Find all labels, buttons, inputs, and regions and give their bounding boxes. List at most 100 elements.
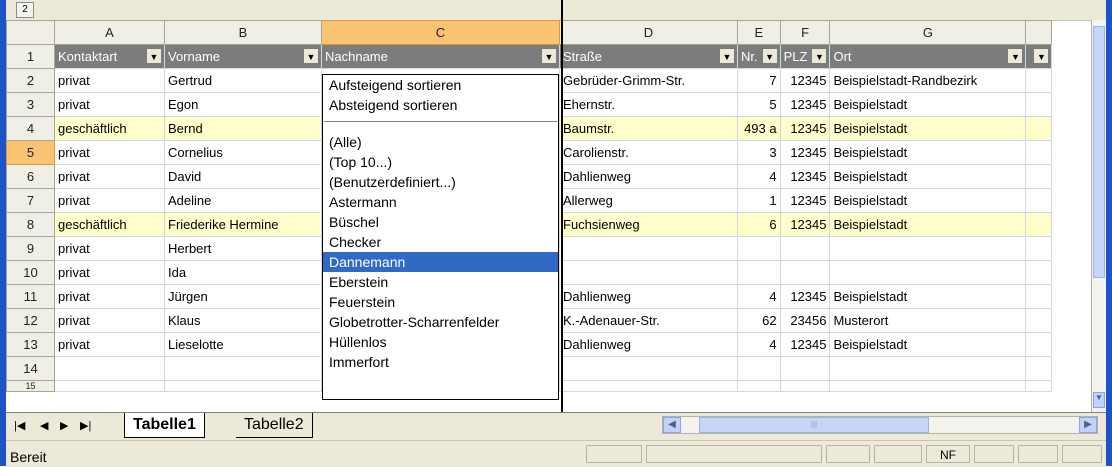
header-cell-ort[interactable]: Ort ▼: [829, 44, 1027, 69]
row-header[interactable]: 12: [6, 308, 55, 333]
next-sheet-icon[interactable]: ▶: [60, 419, 68, 432]
cell-a[interactable]: privat: [54, 236, 165, 261]
row-header[interactable]: 7: [6, 188, 55, 213]
cell-d[interactable]: [559, 356, 738, 381]
cell-a[interactable]: privat: [54, 188, 165, 213]
cell-e[interactable]: [737, 356, 781, 381]
column-header-g[interactable]: G: [829, 20, 1027, 45]
horizontal-scrollbar[interactable]: ◀ ||| ▶: [662, 416, 1098, 434]
cell-e[interactable]: 493 a: [737, 116, 781, 141]
cell-g[interactable]: [829, 236, 1027, 261]
cell-d[interactable]: [559, 260, 738, 285]
cell-e[interactable]: 7: [737, 68, 781, 93]
cell-b[interactable]: Bernd: [164, 116, 322, 141]
dropdown-filter-item[interactable]: Büschel: [323, 212, 558, 232]
cell-b[interactable]: Cornelius: [164, 140, 322, 165]
cell-d[interactable]: Dahlienweg: [559, 164, 738, 189]
cell-d[interactable]: Allerweg: [559, 188, 738, 213]
row-header[interactable]: 15: [6, 380, 55, 392]
cell-a[interactable]: geschäftlich: [54, 116, 165, 141]
tab-tabelle1[interactable]: Tabelle1: [124, 413, 205, 438]
cell-a[interactable]: privat: [54, 68, 165, 93]
cell-h[interactable]: [1025, 260, 1053, 285]
cell-f[interactable]: 12345: [779, 188, 831, 213]
last-sheet-icon[interactable]: ▶|: [80, 419, 91, 432]
row-header[interactable]: 1: [6, 44, 55, 69]
autofilter-arrow-icon[interactable]: ▼: [1033, 48, 1050, 64]
cell-f[interactable]: [779, 236, 831, 261]
outline-level-button[interactable]: 2: [16, 2, 34, 18]
cell-d[interactable]: [559, 236, 738, 261]
cell-b[interactable]: Jürgen: [164, 284, 322, 309]
cell-f[interactable]: 12345: [779, 164, 831, 189]
header-cell-next[interactable]: ▼: [1025, 44, 1053, 69]
cell-e[interactable]: 4: [737, 332, 781, 357]
cell[interactable]: [54, 380, 165, 392]
cell-f[interactable]: 12345: [779, 284, 831, 309]
cell-h[interactable]: [1025, 68, 1053, 93]
cell-f[interactable]: 12345: [779, 68, 831, 93]
column-header-b[interactable]: B: [164, 20, 322, 45]
row-header[interactable]: 10: [6, 260, 55, 285]
cell[interactable]: [779, 380, 831, 392]
dropdown-filter-item[interactable]: (Benutzerdefiniert...): [323, 172, 558, 192]
vertical-scrollbar[interactable]: ▼: [1091, 20, 1106, 412]
cell-b[interactable]: David: [164, 164, 322, 189]
autofilter-arrow-icon[interactable]: ▼: [1007, 48, 1024, 64]
cell-e[interactable]: 5: [737, 92, 781, 117]
autofilter-arrow-icon[interactable]: ▼: [761, 48, 778, 64]
vertical-scroll-thumb[interactable]: [1093, 26, 1105, 278]
cell-h[interactable]: [1025, 92, 1053, 117]
cell-a[interactable]: privat: [54, 140, 165, 165]
cell-a[interactable]: geschäftlich: [54, 212, 165, 237]
cell-f[interactable]: 12345: [779, 92, 831, 117]
select-all-corner[interactable]: [6, 20, 55, 45]
cell[interactable]: [829, 380, 1027, 392]
cell-g[interactable]: Beispielstadt: [829, 116, 1027, 141]
cell-e[interactable]: 4: [737, 284, 781, 309]
cell-e[interactable]: 6: [737, 212, 781, 237]
cell-e[interactable]: [737, 260, 781, 285]
dropdown-filter-item[interactable]: Feuerstein: [323, 292, 558, 312]
cell[interactable]: [737, 380, 781, 392]
cell-e[interactable]: [737, 236, 781, 261]
dropdown-filter-item[interactable]: (Alle): [323, 132, 558, 152]
cell-h[interactable]: [1025, 236, 1053, 261]
cell[interactable]: [164, 380, 322, 392]
cell-b[interactable]: Friederike Hermine: [164, 212, 322, 237]
cell-d[interactable]: K.-Adenauer-Str.: [559, 308, 738, 333]
column-header-d[interactable]: D: [559, 20, 738, 45]
cell-b[interactable]: Lieselotte: [164, 332, 322, 357]
row-header[interactable]: 4: [6, 116, 55, 141]
dropdown-sort-item[interactable]: Absteigend sortieren: [323, 95, 558, 115]
cell-d[interactable]: Gebrüder-Grimm-Str.: [559, 68, 738, 93]
scroll-down-arrow-icon[interactable]: ▼: [1093, 392, 1105, 408]
cell-a[interactable]: privat: [54, 260, 165, 285]
cell-g[interactable]: [829, 356, 1027, 381]
row-header[interactable]: 3: [6, 92, 55, 117]
dropdown-filter-item[interactable]: (Top 10...): [323, 152, 558, 172]
row-header[interactable]: 14: [6, 356, 55, 381]
cell-d[interactable]: Carolienstr.: [559, 140, 738, 165]
cell-h[interactable]: [1025, 332, 1053, 357]
cell-h[interactable]: [1025, 116, 1053, 141]
dropdown-filter-item[interactable]: Checker: [323, 232, 558, 252]
cell-h[interactable]: [1025, 188, 1053, 213]
cell-f[interactable]: [779, 260, 831, 285]
cell-e[interactable]: 4: [737, 164, 781, 189]
cell-g[interactable]: Beispielstadt: [829, 212, 1027, 237]
cell-b[interactable]: Gertrud: [164, 68, 322, 93]
cell-d[interactable]: Fuchsienweg: [559, 212, 738, 237]
cell-b[interactable]: Adeline: [164, 188, 322, 213]
autofilter-arrow-icon[interactable]: ▼: [811, 48, 828, 64]
dropdown-filter-item[interactable]: Astermann: [323, 192, 558, 212]
cell-d[interactable]: Dahlienweg: [559, 332, 738, 357]
header-cell-nachname[interactable]: Nachname ▼: [321, 44, 560, 69]
cell[interactable]: [559, 380, 738, 392]
cell-b[interactable]: [164, 356, 322, 381]
dropdown-filter-item[interactable]: Immerfort: [323, 352, 558, 372]
cell-b[interactable]: Herbert: [164, 236, 322, 261]
cell-g[interactable]: Musterort: [829, 308, 1027, 333]
cell-h[interactable]: [1025, 212, 1053, 237]
column-header-c[interactable]: C: [321, 20, 560, 45]
